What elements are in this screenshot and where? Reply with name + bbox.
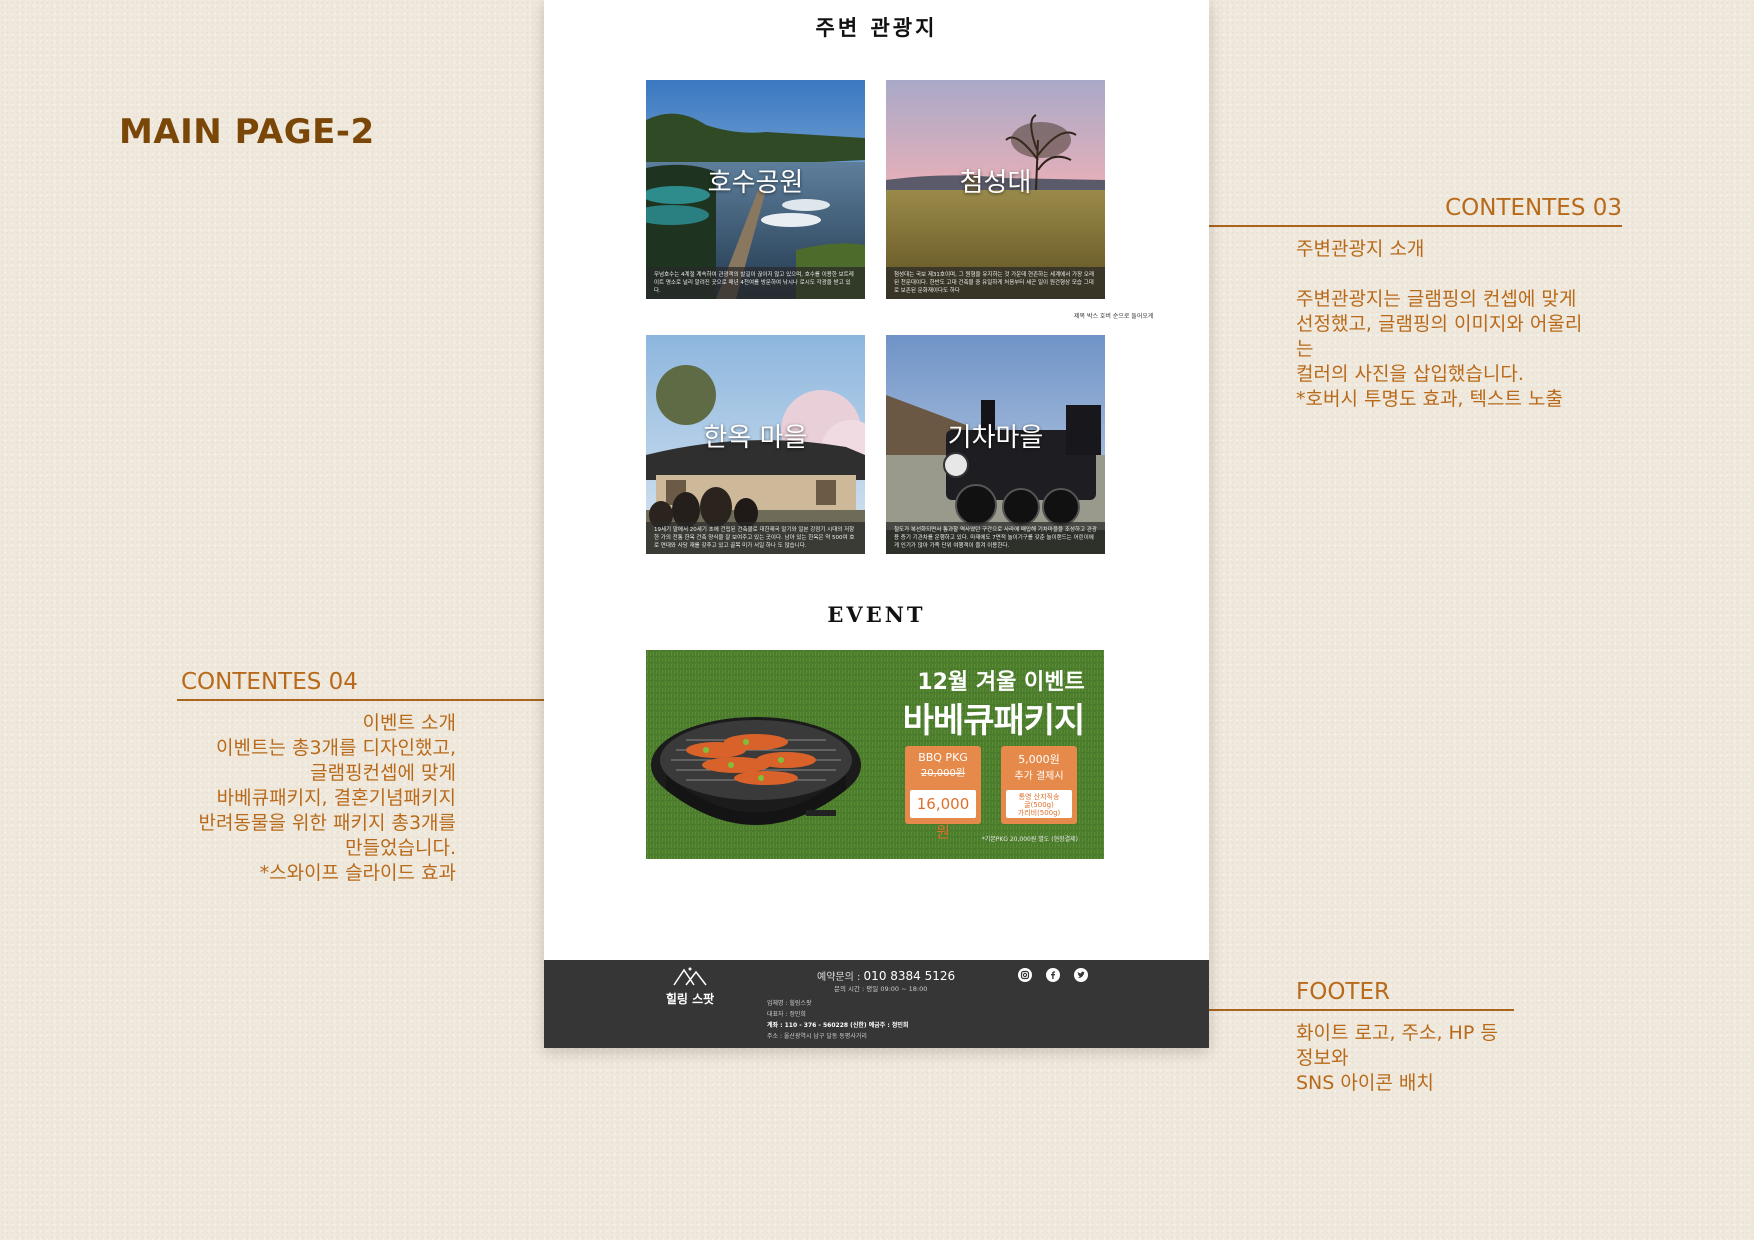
business-hours: 문의 시간 : 평일 09:00 ~ 18:00	[834, 985, 928, 993]
account-info: 계좌 : 110 - 376 - 560228 (신한) 예금주 : 정민희	[767, 1022, 909, 1029]
bbq-grill-image	[651, 717, 861, 825]
card-title: 기차마을	[947, 423, 1044, 453]
twitter-icon[interactable]	[1074, 968, 1088, 982]
tour-card-hanok-village[interactable]: 한옥 마을 19세기 말에서 20세기 초에 건립된 건축물로 대한제국 말기와…	[646, 335, 865, 554]
instagram-icon[interactable]	[1018, 968, 1032, 982]
card-description: 철도가 복선화되면서 통과할 역사였던 구간으로 사라에 매입해 기차마을을 조…	[886, 522, 1105, 554]
annotation-rule	[1207, 225, 1622, 227]
card-title: 호수공원	[707, 168, 804, 198]
annotation-rule	[177, 699, 544, 701]
card-description: 첨성대는 국보 제31호이며, 그 원형을 유지하는 것 가운데 현존하는 세계…	[886, 267, 1105, 299]
addon-label: 추가 결제시	[1014, 771, 1064, 782]
annotation-heading: FOOTER	[1296, 979, 1390, 1005]
annotation-body: 화이트 로고, 주소, HP 등 정보와 SNS 아이콘 배치	[1296, 1022, 1498, 1094]
annotation-footer: FOOTER 화이트 로고, 주소, HP 등 정보와 SNS 아이콘 배치	[1208, 980, 1514, 1096]
original-price: 20,000원	[920, 768, 966, 779]
footer-logo[interactable]: 힐링 스팟	[660, 966, 720, 1007]
annotation-body: 주변관광지 소개 주변관광지는 글램핑의 컨셉에 맞게 선정했고, 글램핑의 이…	[1296, 238, 1583, 410]
contact-label: 예약문의 :	[817, 972, 861, 983]
page-title: MAIN PAGE-2	[119, 112, 375, 152]
annotation-contents03: CONTENTES 03 주변관광지 소개 주변관광지는 글램핑의 컨셉에 맞게…	[1207, 195, 1622, 412]
tour-card-cheomseongdae[interactable]: 첨성대 첨성대는 국보 제31호이며, 그 원형을 유지하는 것 가운데 현존하…	[886, 80, 1105, 299]
sale-price: 16,000원	[910, 790, 976, 841]
company-info: 업체명 : 힐링스팟 대표자 : 정민희 계좌 : 110 - 376 - 56…	[767, 998, 908, 1042]
event-package-title: 바베큐패키지	[902, 701, 1086, 741]
card-description: 19세기 말에서 20세기 초에 건립된 건축물로 대한제국 말기와 일본 강점…	[646, 522, 865, 554]
facebook-icon[interactable]	[1046, 968, 1060, 982]
card-hover-note: 제목 박스 호버 순으로 들어오게	[1074, 313, 1154, 320]
phone-number[interactable]: 010 8384 5126	[864, 969, 956, 983]
logo-text: 힐링 스팟	[665, 992, 715, 1006]
tent-logo-icon	[673, 967, 707, 986]
address-info: 주소 : 울산광역시 남구 달동 동평사거리	[767, 1033, 867, 1040]
info-line: 업체명 : 힐링스팟	[767, 1000, 812, 1007]
site-footer: 힐링 스팟 예약문의 : 010 8384 5126 문의 시간 : 평일 09…	[544, 960, 1209, 1048]
event-fine-print: *기본PKG 20,000원 별도 (현장결제)	[981, 836, 1078, 843]
card-description: 무넘호수는 4계절 계속하여 관광객의 발길이 끊이지 않고 있으며, 호수를 …	[646, 267, 865, 299]
addon-detail: 통영 산지직송 굴(500g) 가리비(500g)	[1006, 790, 1072, 818]
footer-contact: 예약문의 : 010 8384 5126	[817, 968, 955, 983]
annotation-heading: CONTENTES 03	[1445, 195, 1622, 221]
info-line: 대표자 : 정민희	[767, 1011, 806, 1018]
card-title: 첨성대	[959, 168, 1032, 198]
package-label: BBQ PKG	[918, 751, 968, 764]
bbq-price-box: BBQ PKG 20,000원 16,000원	[905, 746, 981, 841]
event-section-title: EVENT	[827, 602, 926, 627]
annotation-contents04: CONTENTES 04 이벤트 소개 이벤트는 총3개를 디자인했고, 글램핑…	[177, 670, 544, 886]
annotation-body: 이벤트 소개 이벤트는 총3개를 디자인했고, 글램핑컨셉에 맞게 바베큐패키지…	[198, 712, 456, 884]
event-banner-slide[interactable]: 12월 겨울 이벤트 바베큐패키지 BBQ PKG 20,000원 16,000…	[646, 650, 1104, 859]
site-mockup: 주변 관광지 호수공원 무넘호수는 4계절 계속하여 관광객의 발길이 끊이지 …	[544, 0, 1209, 1048]
addon-price: 5,000원	[1018, 753, 1060, 766]
event-month-title: 12월 겨울 이벤트	[917, 670, 1085, 695]
card-title: 한옥 마을	[703, 423, 808, 453]
annotation-heading: CONTENTES 04	[181, 669, 358, 695]
annotation-rule	[1208, 1009, 1514, 1011]
tour-section-title: 주변 관광지	[815, 15, 938, 40]
addon-price-box: 5,000원 추가 결제시 통영 산지직송 굴(500g) 가리비(500g)	[1001, 746, 1077, 824]
tour-card-lake-park[interactable]: 호수공원 무넘호수는 4계절 계속하여 관광객의 발길이 끊이지 않고 있으며,…	[646, 80, 865, 299]
tour-card-train-village[interactable]: 기차마을 철도가 복선화되면서 통과할 역사였던 구간으로 사라에 매입해 기차…	[886, 335, 1105, 554]
